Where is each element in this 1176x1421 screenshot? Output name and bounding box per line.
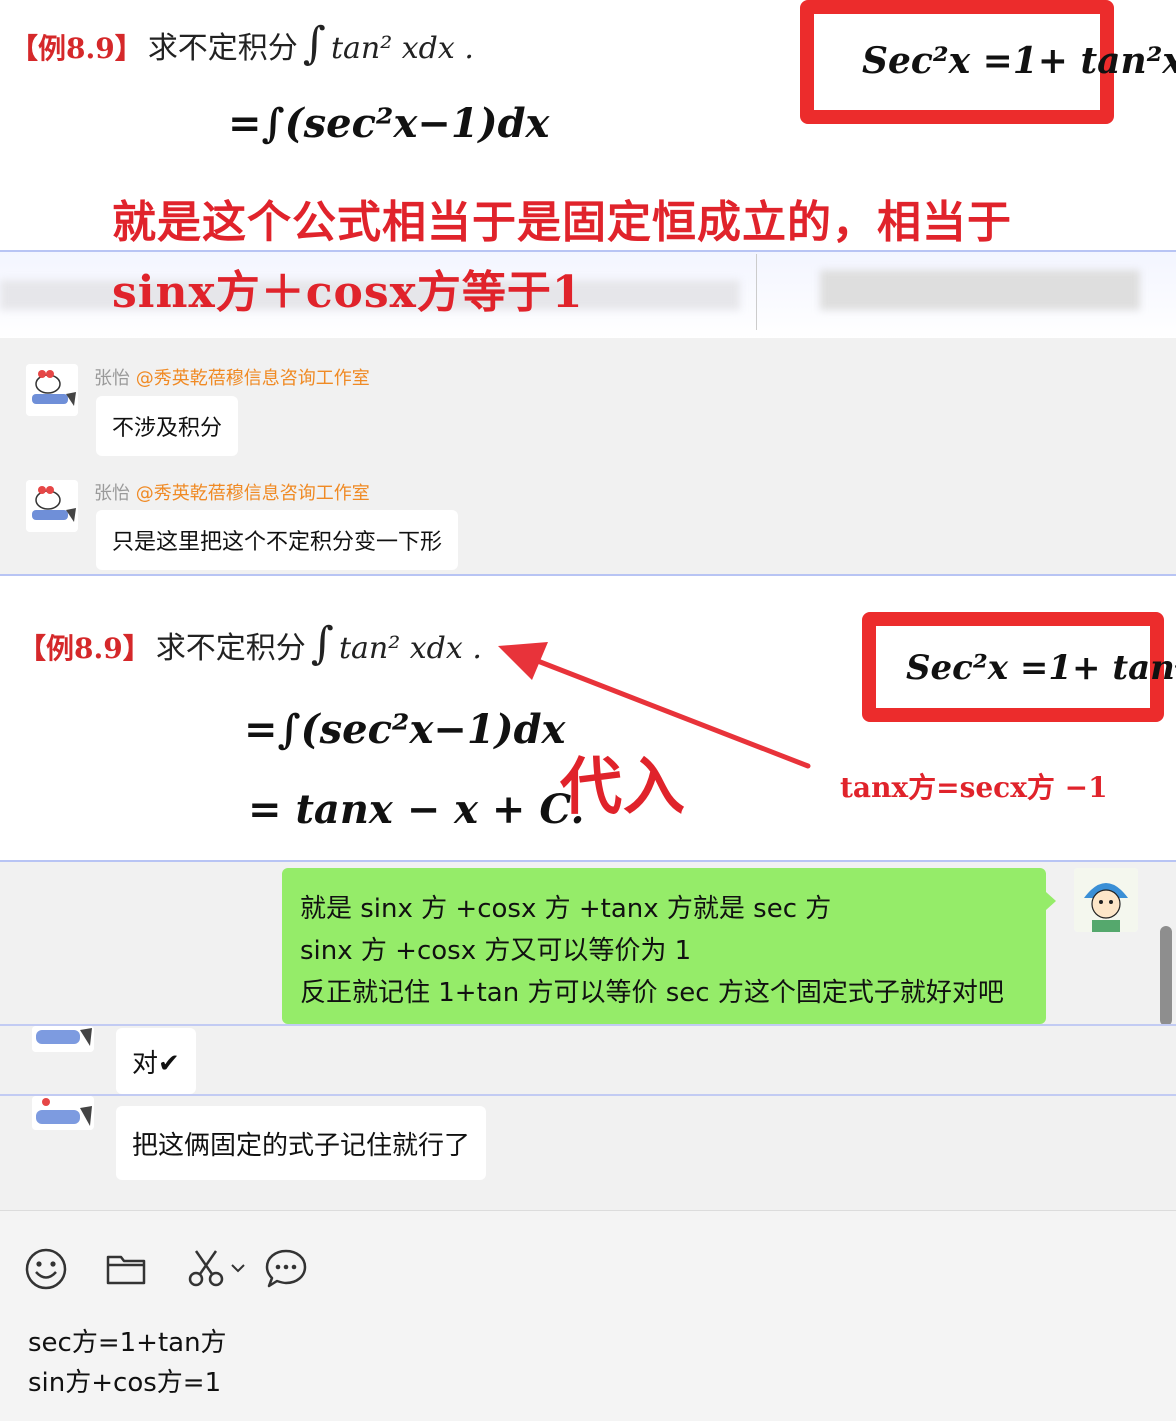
blurred-content <box>820 270 1140 310</box>
image-message-formula[interactable]: 【例8.9】 求不定积分 ∫ tan² xdx . =∫(sec²x−1)dx … <box>0 0 1176 338</box>
problem-text: 求不定积分 <box>147 31 298 66</box>
integral-sign: ∫ <box>310 618 334 669</box>
avatar[interactable] <box>26 364 78 416</box>
input-area: sec方=1+tan方 sin方+cos方=1 <box>0 1210 1176 1421</box>
sender-group: @秀英乾蓓穆信息咨询工作室 <box>135 368 370 389</box>
avatar[interactable] <box>26 480 78 532</box>
sender-nickname: 张怡 <box>94 483 130 504</box>
scissors-icon[interactable] <box>186 1247 230 1291</box>
example-label: 【例8.9】 <box>10 32 143 65</box>
message-bubble[interactable]: 不涉及积分 <box>96 396 239 456</box>
message-bubble[interactable]: 只是这里把这个不定积分变一下形 <box>96 510 459 570</box>
cartoon-cat-icon <box>32 1096 94 1130</box>
my-message-line: 反正就记住 1+tan 方可以等价 sec 方这个固定式子就好对吧 <box>300 978 1004 1008</box>
example-label: 【例8.9】 <box>18 632 151 665</box>
input-line: sec方=1+tan方 <box>28 1328 227 1358</box>
reply-bubble[interactable]: 把这俩固定的式子记住就行了 <box>116 1106 487 1180</box>
integral-sign: ∫ <box>302 18 326 69</box>
cartoon-cat-icon <box>26 480 78 532</box>
input-line: sin方+cos方=1 <box>28 1368 222 1398</box>
avatar[interactable] <box>32 1026 94 1052</box>
divider <box>0 1024 1176 1026</box>
annotation-line2: sinx方＋cosx方等于1 <box>112 267 584 318</box>
annotation-line1: 就是这个公式相当于是固定恒成立的，相当于 <box>112 197 1012 248</box>
cartoon-cat-icon <box>26 364 78 416</box>
integrand: tan² xdx . <box>338 631 482 666</box>
annotation-big: 代入 <box>560 750 687 823</box>
image-message-solution[interactable]: 【例8.9】 求不定积分 ∫ tan² xdx . =∫(sec²x−1)dx … <box>0 574 1176 862</box>
chevron-down-icon[interactable] <box>230 1261 246 1275</box>
message-input[interactable]: sec方=1+tan方 sin方+cos方=1 <box>28 1323 227 1403</box>
formula-box: Sec²x =1+ tan²x <box>862 612 1176 722</box>
sender-nickname: 张怡 <box>94 368 130 389</box>
divider <box>756 254 757 330</box>
integrand: tan² xdx . <box>330 31 474 66</box>
sender-group: @秀英乾蓓穆信息咨询工作室 <box>135 483 370 504</box>
scrollbar[interactable] <box>1160 926 1172 1026</box>
my-avatar[interactable] <box>1074 868 1138 932</box>
my-message-line: 就是 sinx 方 +cosx 方 +tanx 方就是 sec 方 <box>300 894 832 924</box>
chat-bubble-icon[interactable] <box>264 1247 308 1291</box>
bubble-tail <box>1046 892 1056 910</box>
reply-bubble[interactable]: 对✔ <box>116 1028 196 1094</box>
divider <box>0 1094 1176 1096</box>
problem-title: 【例8.9】 求不定积分 ∫ tan² xdx . <box>10 18 474 69</box>
emoji-icon[interactable] <box>24 1247 68 1291</box>
problem-text: 求不定积分 <box>155 631 306 666</box>
formula-handwritten: Sec²x =1+ tan²x <box>906 648 1176 688</box>
step2-handwritten: = tanx − x + C. <box>248 786 585 833</box>
step1-handwritten: =∫(sec²x−1)dx <box>228 100 550 147</box>
my-message-bubble[interactable]: 就是 sinx 方 +cosx 方 +tanx 方就是 sec 方 sinx 方… <box>282 868 1046 1024</box>
my-message-line: sinx 方 +cosx 方又可以等价为 1 <box>300 936 692 966</box>
formula-handwritten: Sec²x =1+ tan²x <box>862 40 1176 82</box>
cartoon-cat-icon <box>32 1026 94 1052</box>
formula-box: Sec²x =1+ tan²x <box>800 0 1176 124</box>
avatar[interactable] <box>32 1096 94 1130</box>
annotation-small: tanx方=secx方 −1 <box>840 771 1108 804</box>
problem-title: 【例8.9】 求不定积分 ∫ tan² xdx . <box>18 618 482 669</box>
sender-name: 张怡 @秀英乾蓓穆信息咨询工作室 <box>94 364 370 390</box>
sender-name: 张怡 @秀英乾蓓穆信息咨询工作室 <box>94 479 370 505</box>
folder-icon[interactable] <box>104 1247 148 1291</box>
cartoon-boy-icon <box>1074 868 1138 932</box>
